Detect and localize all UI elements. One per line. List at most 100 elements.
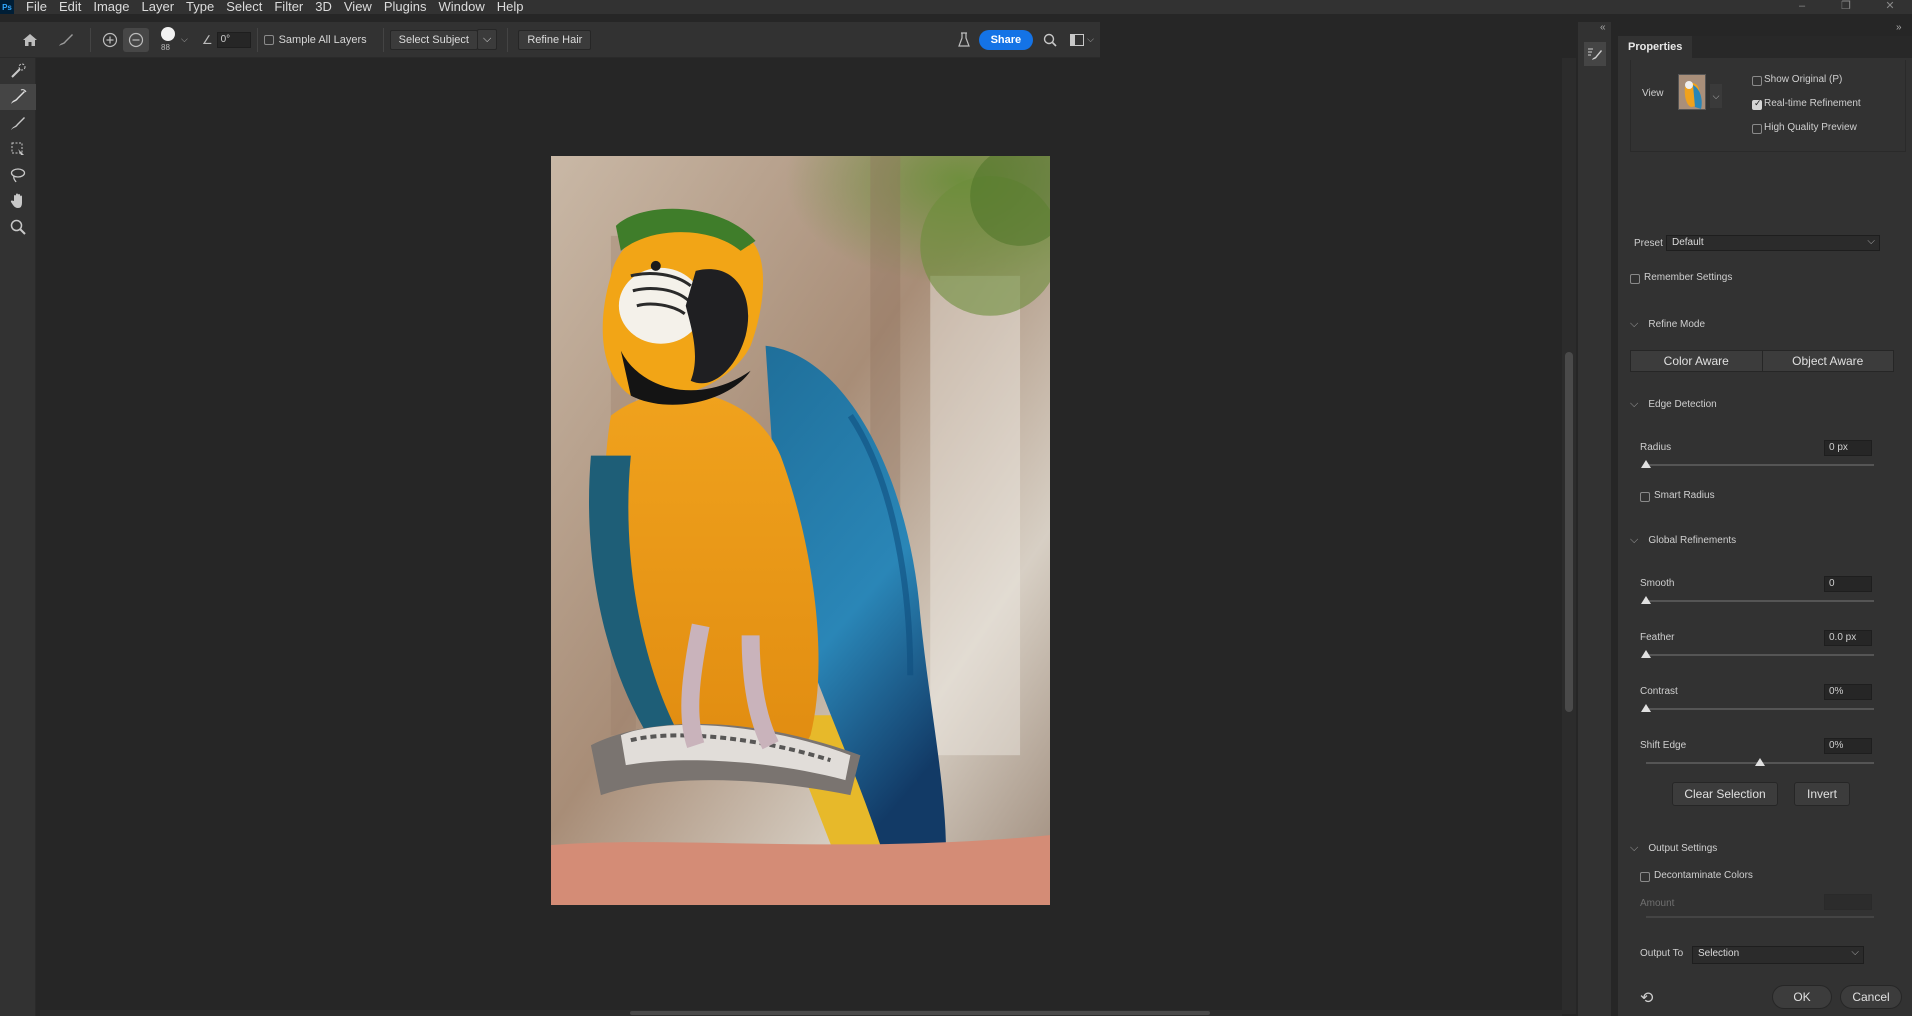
add-to-selection-icon[interactable] [97, 28, 123, 52]
view-mode-thumbnail[interactable] [1678, 74, 1706, 110]
output-settings-section[interactable]: Output Settings [1630, 842, 1717, 855]
smooth-input[interactable]: 0 [1824, 576, 1872, 592]
shift-edge-input[interactable]: 0% [1824, 738, 1872, 754]
workspace-chevron-icon[interactable]: ⌵ [1087, 34, 1094, 45]
share-button[interactable]: Share [978, 29, 1034, 50]
brush-size-value: 88 [161, 42, 170, 52]
refine-hair-button[interactable]: Refine Hair [518, 29, 592, 50]
refine-mode-segmented-control: Color Aware Object Aware [1630, 350, 1894, 372]
shift-edge-label: Shift Edge [1640, 740, 1687, 751]
menu-help[interactable]: Help [491, 0, 530, 14]
radius-slider-thumb[interactable] [1641, 460, 1651, 468]
invert-button[interactable]: Invert [1794, 782, 1850, 806]
decontaminate-colors-label: Decontaminate Colors [1654, 870, 1753, 881]
restore-button[interactable]: ❐ [1824, 0, 1868, 14]
radius-slider[interactable] [1646, 464, 1874, 466]
ok-button[interactable]: OK [1772, 985, 1832, 1009]
sample-all-layers-label: Sample All Layers [278, 33, 367, 46]
contrast-slider-thumb[interactable] [1641, 704, 1651, 712]
contrast-input[interactable]: 0% [1824, 684, 1872, 700]
contrast-label: Contrast [1640, 686, 1678, 697]
hand-tool-icon[interactable] [0, 188, 36, 214]
select-subject-dropdown-icon[interactable]: ⌵ [476, 29, 498, 50]
refine-edge-brush-tool-icon[interactable] [0, 84, 36, 110]
smart-radius-checkbox[interactable] [1640, 492, 1650, 502]
horizontal-scrollbar[interactable] [40, 1010, 1562, 1016]
view-mode-chevron-icon[interactable]: ⌵ [1710, 84, 1722, 108]
global-refinements-section[interactable]: Global Refinements [1630, 534, 1736, 547]
vertical-scroll-thumb[interactable] [1565, 352, 1573, 712]
clear-selection-button[interactable]: Clear Selection [1672, 782, 1778, 806]
close-window-button[interactable]: ✕ [1868, 0, 1912, 14]
lasso-tool-icon[interactable] [0, 162, 36, 188]
feather-slider[interactable] [1646, 654, 1874, 656]
collapse-dock-icon[interactable]: « [1600, 22, 1606, 33]
feather-input[interactable]: 0.0 px [1824, 630, 1872, 646]
menu-filter[interactable]: Filter [268, 0, 309, 14]
refine-mode-section[interactable]: Refine Mode [1630, 318, 1705, 331]
smooth-label: Smooth [1640, 578, 1675, 589]
high-quality-preview-checkbox[interactable] [1752, 124, 1762, 134]
show-original-checkbox[interactable] [1752, 76, 1762, 86]
cancel-button[interactable]: Cancel [1840, 985, 1902, 1009]
menu-type[interactable]: Type [180, 0, 220, 14]
search-icon[interactable] [1033, 28, 1067, 52]
refine-brush-preset-icon[interactable] [48, 28, 84, 52]
menu-plugins[interactable]: Plugins [378, 0, 433, 14]
options-bar: 88 ⌵ ∠ 0° Sample All Layers Select Subje… [0, 22, 1100, 58]
realtime-refinement-checkbox[interactable] [1752, 98, 1762, 110]
horizontal-scroll-thumb[interactable] [630, 1011, 1210, 1015]
decontaminate-colors-checkbox[interactable] [1640, 872, 1650, 882]
menu-select[interactable]: Select [220, 0, 268, 14]
parrot-photo[interactable] [551, 156, 1050, 905]
remember-settings-checkbox[interactable] [1630, 274, 1640, 284]
brush-size-picker[interactable]: 88 [155, 25, 181, 55]
preset-select[interactable]: Default [1666, 235, 1880, 251]
vertical-scrollbar[interactable] [1562, 58, 1576, 1014]
angle-input[interactable]: 0° [216, 31, 251, 48]
smooth-slider[interactable] [1646, 600, 1874, 602]
minimize-button[interactable]: – [1780, 0, 1824, 14]
sample-all-layers-checkbox[interactable] [263, 34, 274, 45]
menu-image[interactable]: Image [87, 0, 135, 14]
feather-slider-thumb[interactable] [1641, 650, 1651, 658]
edge-detection-section[interactable]: Edge Detection [1630, 398, 1716, 411]
output-to-label: Output To [1640, 948, 1684, 959]
menu-3d[interactable]: 3D [309, 0, 338, 14]
smart-radius-label: Smart Radius [1654, 490, 1715, 501]
shift-edge-slider-thumb[interactable] [1755, 758, 1765, 766]
color-aware-button[interactable]: Color Aware [1631, 351, 1762, 371]
object-selection-tool-icon[interactable] [0, 136, 36, 162]
chevron-down-icon[interactable]: ⌵ [181, 34, 188, 45]
collapse-panel-icon[interactable]: » [1896, 22, 1902, 33]
tab-properties[interactable]: Properties [1618, 36, 1693, 58]
object-aware-button[interactable]: Object Aware [1761, 351, 1893, 371]
select-subject-button[interactable]: Select Subject [389, 29, 478, 50]
photoshop-logo: Ps [0, 0, 14, 14]
menu-edit[interactable]: Edit [53, 0, 87, 14]
menu-view[interactable]: View [338, 0, 378, 14]
quick-selection-tool-icon[interactable] [0, 58, 36, 84]
angle-icon: ∠ [201, 32, 213, 47]
brush-tip-icon [161, 26, 175, 41]
zoom-tool-icon[interactable] [0, 214, 36, 240]
reset-icon[interactable]: ⟲ [1640, 988, 1653, 1008]
home-icon[interactable] [12, 28, 48, 52]
menu-layer[interactable]: Layer [136, 0, 181, 14]
smooth-slider-thumb[interactable] [1641, 596, 1651, 604]
contrast-slider[interactable] [1646, 708, 1874, 710]
separator [256, 27, 258, 52]
brush-settings-dock-icon[interactable] [1584, 42, 1606, 66]
beaker-icon[interactable] [949, 28, 979, 52]
document-canvas[interactable] [40, 58, 1564, 1014]
workspace-icon[interactable] [1067, 28, 1087, 52]
output-to-select[interactable]: Selection [1692, 946, 1864, 964]
radius-input[interactable]: 0 px [1824, 440, 1872, 456]
menu-file[interactable]: File [20, 0, 53, 14]
subtract-from-selection-icon[interactable] [123, 27, 149, 52]
amount-label: Amount [1640, 898, 1675, 909]
view-label: View [1642, 88, 1664, 99]
brush-tool-icon[interactable] [0, 110, 36, 136]
window-controls: – ❐ ✕ [1780, 0, 1912, 14]
menu-window[interactable]: Window [432, 0, 490, 14]
